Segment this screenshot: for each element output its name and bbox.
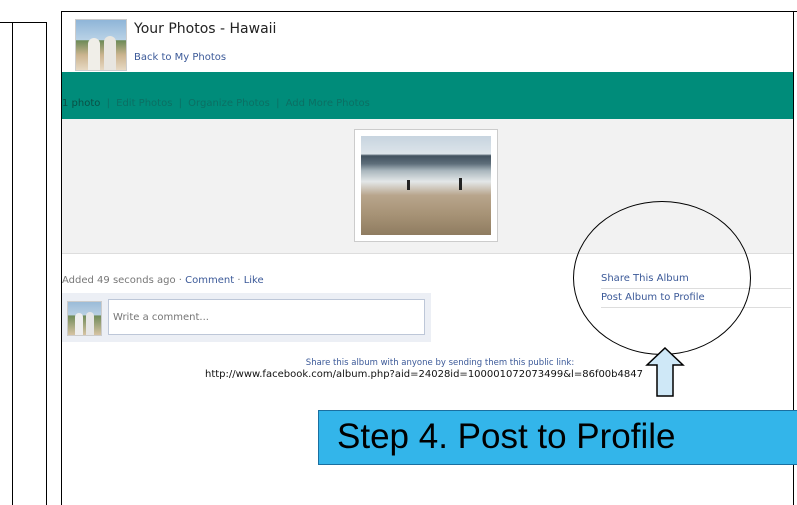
album-header: Your Photos - Hawaii Back to My Photos [62, 12, 793, 72]
beach-photo[interactable] [361, 136, 491, 235]
album-meta-line: Added 49 seconds ago · Comment · Like [62, 275, 264, 286]
photo-count: 1 photo [62, 98, 101, 109]
album-tab-links: 1 photo | Edit Photos | Organize Photos … [62, 98, 370, 109]
tab-edit-photos[interactable]: Edit Photos [116, 98, 172, 109]
step-banner-text: Step 4. Post to Profile [337, 417, 676, 456]
highlight-circle [573, 201, 751, 355]
share-instructions: Share this album with anyone by sending … [305, 358, 575, 368]
comment-input[interactable] [108, 299, 425, 335]
up-arrow-icon [645, 347, 685, 397]
tab-separator: | [276, 98, 280, 109]
annotation-bracket-vertical-line [46, 22, 47, 505]
step-banner: Step 4. Post to Profile [318, 410, 797, 465]
tab-separator: | [106, 98, 110, 109]
tab-add-more-photos[interactable]: Add More Photos [286, 98, 370, 109]
annotation-left-line [12, 22, 13, 505]
commenter-avatar [67, 301, 102, 336]
tab-organize-photos[interactable]: Organize Photos [188, 98, 270, 109]
public-album-link[interactable]: http://www.facebook.com/album.php?aid=24… [205, 369, 643, 380]
added-timestamp: Added 49 seconds ago [62, 275, 176, 286]
meta-dot: · [234, 275, 244, 286]
back-to-photos-link[interactable]: Back to My Photos [134, 52, 226, 63]
photo-thumbnail-frame[interactable] [354, 129, 498, 242]
tab-separator: | [178, 98, 182, 109]
like-link[interactable]: Like [244, 275, 264, 286]
annotation-bracket-top-line [0, 22, 46, 23]
album-tab-bar: 1 photo | Edit Photos | Organize Photos … [62, 72, 793, 119]
album-cover-thumbnail[interactable] [75, 19, 127, 71]
comment-link[interactable]: Comment [185, 275, 234, 286]
meta-dot: · [175, 275, 186, 286]
comment-box [62, 293, 431, 342]
page-title: Your Photos - Hawaii [134, 21, 277, 37]
